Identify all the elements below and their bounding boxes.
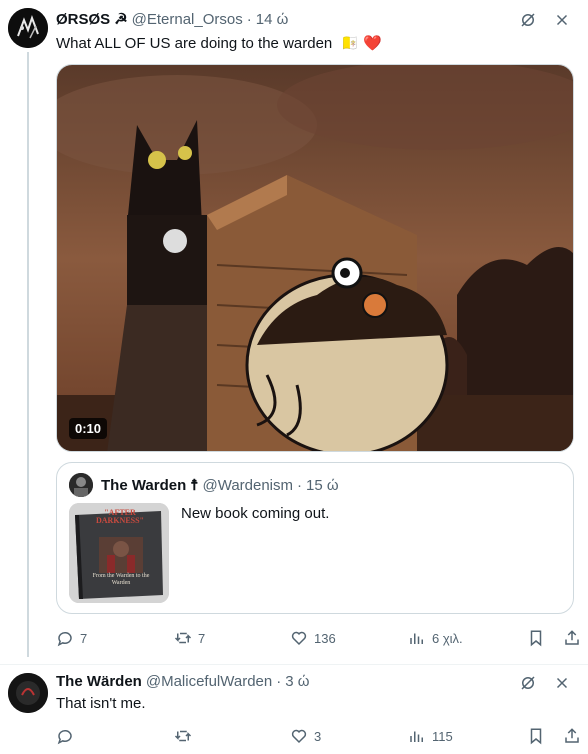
video-media[interactable]: 0:10 bbox=[56, 64, 574, 452]
views-button[interactable]: 115 bbox=[408, 727, 453, 745]
quote-name-suffix-icon: ☨ bbox=[190, 477, 199, 494]
tweet-actions: 3 115 bbox=[56, 725, 579, 747]
bookmark-icon[interactable] bbox=[526, 726, 546, 746]
tweet-header: The Wärden @MalicefulWarden · 3 ώ bbox=[56, 673, 309, 690]
avatar[interactable] bbox=[8, 673, 48, 713]
avatar[interactable] bbox=[8, 8, 48, 48]
handle[interactable]: @MalicefulWarden bbox=[146, 673, 272, 690]
repost-icon bbox=[174, 632, 192, 644]
tweet-actions-right bbox=[526, 726, 582, 746]
reply-icon bbox=[57, 632, 72, 647]
views-count: 115 bbox=[432, 728, 453, 744]
timestamp[interactable]: 3 ώ bbox=[285, 673, 309, 690]
tweet-text: That isn't me. bbox=[56, 695, 146, 712]
quote-timestamp: 15 ώ bbox=[306, 476, 339, 494]
reply-button[interactable]: 7 bbox=[56, 629, 87, 647]
handle[interactable]: @Eternal_Orsos bbox=[132, 11, 243, 28]
grok-icon[interactable] bbox=[518, 673, 538, 693]
quote-avatar bbox=[69, 473, 93, 497]
separator: · bbox=[276, 673, 282, 690]
bookmark-icon[interactable] bbox=[526, 628, 546, 648]
like-button[interactable]: 136 bbox=[290, 629, 336, 647]
like-count: 136 bbox=[314, 630, 336, 646]
repost-count: 7 bbox=[198, 630, 206, 646]
quoted-tweet[interactable]: The Warden ☨ @Wardenism · 15 ώ "AFTER DA… bbox=[56, 462, 574, 614]
quote-header: The Warden ☨ @Wardenism · 15 ώ bbox=[69, 473, 339, 497]
tweet-text: What ALL OF US are doing to the warden 🇻… bbox=[56, 34, 382, 52]
heart-icon bbox=[291, 729, 307, 744]
quote-handle: @Wardenism bbox=[202, 476, 294, 494]
quote-text: New book coming out. bbox=[181, 505, 330, 522]
like-button[interactable]: 3 bbox=[290, 727, 321, 745]
flag-heart-emoji: 🇻🇦 ❤️ bbox=[340, 35, 382, 52]
quote-separator: · bbox=[297, 476, 303, 494]
timestamp[interactable]: 14 ώ bbox=[256, 11, 289, 28]
like-count: 3 bbox=[314, 728, 322, 744]
reply-count: 7 bbox=[80, 630, 88, 646]
heart-icon bbox=[291, 631, 307, 646]
more-icon[interactable] bbox=[552, 673, 572, 693]
reply-icon bbox=[57, 730, 72, 745]
book-subtitle: From the Warden to the Warden bbox=[92, 573, 150, 586]
share-icon[interactable] bbox=[562, 628, 582, 648]
repost-button[interactable] bbox=[174, 727, 198, 745]
grok-icon[interactable] bbox=[518, 10, 538, 30]
name-suffix-icon: ☭ bbox=[114, 11, 128, 28]
book-title: "AFTER DARKNESS" bbox=[95, 508, 144, 526]
tweet-header: ØRSØS ☭ @Eternal_Orsos · 14 ώ bbox=[56, 10, 289, 29]
tweet-top-icons bbox=[518, 673, 572, 693]
more-icon[interactable] bbox=[552, 10, 572, 30]
views-icon bbox=[410, 731, 423, 742]
views-icon bbox=[410, 633, 423, 644]
reply-button[interactable] bbox=[56, 727, 80, 745]
tweet-actions: 7 7 136 6 χιλ. bbox=[56, 627, 579, 649]
tweet-orsos[interactable]: ØRSØS ☭ @Eternal_Orsos · 14 ώ What ALL O… bbox=[0, 0, 588, 665]
tweet-text-content: What ALL OF US are doing to the warden bbox=[56, 35, 333, 52]
repost-icon bbox=[174, 730, 192, 742]
views-count: 6 χιλ. bbox=[432, 630, 463, 646]
display-name[interactable]: ØRSØS bbox=[56, 11, 110, 28]
display-name[interactable]: The Wärden bbox=[56, 673, 142, 690]
views-button[interactable]: 6 χιλ. bbox=[408, 629, 463, 647]
repost-button[interactable]: 7 bbox=[174, 629, 205, 647]
quote-book-image: "AFTER DARKNESS" From the Warden to the … bbox=[69, 503, 169, 603]
tweet-warden-reply[interactable]: The Wärden @MalicefulWarden · 3 ώ That i… bbox=[0, 665, 588, 754]
tweet-top-icons bbox=[518, 10, 572, 30]
thread-line bbox=[27, 52, 29, 657]
share-icon[interactable] bbox=[562, 726, 582, 746]
separator: · bbox=[246, 10, 252, 28]
tweet-actions-right bbox=[526, 628, 582, 648]
quote-display-name: The Warden bbox=[101, 476, 187, 494]
video-duration: 0:10 bbox=[69, 418, 108, 439]
